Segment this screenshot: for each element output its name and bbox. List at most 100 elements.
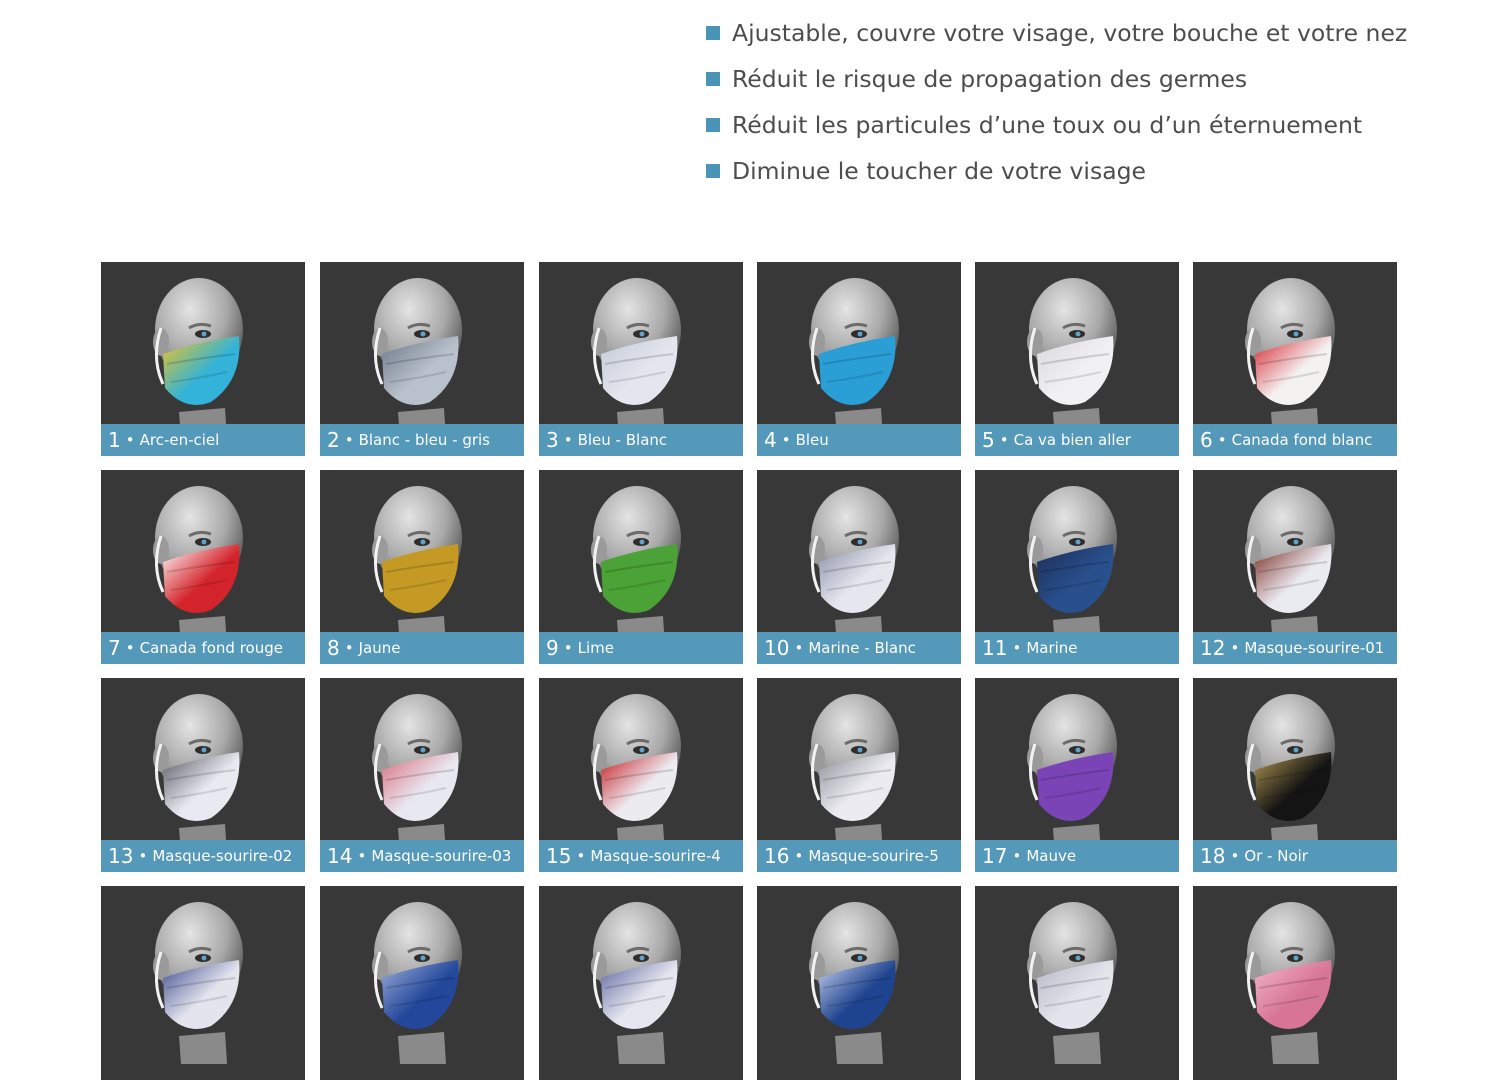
mask-caption: 6 • Canada fond blanc — [1193, 424, 1397, 456]
mask-caption: 5 • Ca va bien aller — [975, 424, 1179, 456]
mannequin-mask-icon — [153, 902, 243, 1064]
mask-card[interactable] — [757, 886, 961, 1080]
mask-caption: 16 • Masque-sourire-5 — [757, 840, 961, 872]
feature-text: Réduit le risque de propagation des germ… — [732, 65, 1248, 93]
mask-name: Canada fond rouge — [139, 639, 283, 657]
mask-name: Masque-sourire-03 — [371, 847, 512, 865]
mask-caption: 13 • Masque-sourire-02 — [101, 840, 305, 872]
separator-dot: • — [344, 431, 354, 449]
mask-name: Lime — [577, 639, 614, 657]
mask-number: 14 — [327, 844, 353, 868]
mask-name: Arc-en-ciel — [139, 431, 220, 449]
mask-name: Bleu — [795, 431, 829, 449]
mask-name: Or - Noir — [1244, 847, 1308, 865]
mannequin-mask-icon — [372, 902, 462, 1064]
mask-number: 17 — [982, 844, 1008, 868]
mask-caption: 9 • Lime — [539, 632, 743, 664]
separator-dot: • — [794, 639, 804, 657]
separator-dot: • — [125, 639, 135, 657]
mask-caption: 3 • Bleu - Blanc — [539, 424, 743, 456]
mask-name: Bleu - Blanc — [577, 431, 668, 449]
mask-card[interactable]: 2 • Blanc - bleu - gris — [320, 262, 524, 456]
square-bullet-icon — [706, 118, 720, 132]
mask-card[interactable]: 11 • Marine — [975, 470, 1179, 664]
mask-name: Masque-sourire-5 — [808, 847, 939, 865]
mask-card[interactable]: 10 • Marine - Blanc — [757, 470, 961, 664]
mask-name: Mauve — [1026, 847, 1077, 865]
mask-name: Blanc - bleu - gris — [358, 431, 490, 449]
separator-dot: • — [357, 847, 367, 865]
mask-card[interactable]: 1 • Arc-en-ciel — [101, 262, 305, 456]
mask-caption: 18 • Or - Noir — [1193, 840, 1397, 872]
mannequin-mask-icon — [1027, 902, 1117, 1064]
feature-item: Ajustable, couvre votre visage, votre bo… — [706, 10, 1407, 56]
mask-caption: 7 • Canada fond rouge — [101, 632, 305, 664]
mask-card[interactable]: 18 • Or - Noir — [1193, 678, 1397, 872]
feature-item: Réduit le risque de propagation des germ… — [706, 56, 1407, 102]
mask-number: 18 — [1200, 844, 1226, 868]
mask-card[interactable]: 9 • Lime — [539, 470, 743, 664]
separator-dot: • — [781, 431, 791, 449]
mask-card[interactable]: 3 • Bleu - Blanc — [539, 262, 743, 456]
mask-caption: 11 • Marine — [975, 632, 1179, 664]
mask-number: 7 — [108, 636, 121, 660]
separator-dot: • — [1217, 431, 1227, 449]
mask-number: 3 — [546, 428, 559, 452]
mask-card[interactable]: 8 • Jaune — [320, 470, 524, 664]
mask-card[interactable] — [539, 886, 743, 1080]
mask-card[interactable] — [975, 886, 1179, 1080]
mask-name: Marine — [1026, 639, 1078, 657]
mask-caption: 2 • Blanc - bleu - gris — [320, 424, 524, 456]
mannequin-mask-icon — [809, 902, 899, 1064]
feature-text: Diminue le toucher de votre visage — [732, 157, 1146, 185]
separator-dot: • — [576, 847, 586, 865]
square-bullet-icon — [706, 72, 720, 86]
separator-dot: • — [999, 431, 1009, 449]
mask-card[interactable]: 14 • Masque-sourire-03 — [320, 678, 524, 872]
feature-text: Ajustable, couvre votre visage, votre bo… — [732, 19, 1408, 47]
mask-card[interactable]: 16 • Masque-sourire-5 — [757, 678, 961, 872]
mask-number: 10 — [764, 636, 790, 660]
mask-name: Jaune — [358, 639, 401, 657]
mask-number: 15 — [546, 844, 572, 868]
feature-text: Réduit les particules d’une toux ou d’un… — [732, 111, 1363, 139]
mask-name: Marine - Blanc — [808, 639, 916, 657]
mask-caption: 14 • Masque-sourire-03 — [320, 840, 524, 872]
mask-caption: 12 • Masque-sourire-01 — [1193, 632, 1397, 664]
mask-card[interactable]: 12 • Masque-sourire-01 — [1193, 470, 1397, 664]
mask-number: 4 — [764, 428, 777, 452]
mask-card[interactable]: 7 • Canada fond rouge — [101, 470, 305, 664]
separator-dot: • — [1230, 847, 1240, 865]
separator-dot: • — [125, 431, 135, 449]
mask-card[interactable]: 6 • Canada fond blanc — [1193, 262, 1397, 456]
mask-caption: 1 • Arc-en-ciel — [101, 424, 305, 456]
square-bullet-icon — [706, 164, 720, 178]
mask-card[interactable]: 17 • Mauve — [975, 678, 1179, 872]
mask-number: 8 — [327, 636, 340, 660]
mask-card[interactable]: 4 • Bleu — [757, 262, 961, 456]
feature-item: Diminue le toucher de votre visage — [706, 148, 1407, 194]
mask-number: 11 — [982, 636, 1008, 660]
mask-caption: 10 • Marine - Blanc — [757, 632, 961, 664]
mask-card[interactable]: 5 • Ca va bien aller — [975, 262, 1179, 456]
mask-number: 1 — [108, 428, 121, 452]
mask-number: 16 — [764, 844, 790, 868]
separator-dot: • — [794, 847, 804, 865]
separator-dot: • — [563, 639, 573, 657]
mask-card[interactable]: 15 • Masque-sourire-4 — [539, 678, 743, 872]
mask-card[interactable] — [101, 886, 305, 1080]
mask-name: Masque-sourire-01 — [1244, 639, 1385, 657]
mask-caption: 15 • Masque-sourire-4 — [539, 840, 743, 872]
feature-item: Réduit les particules d’une toux ou d’un… — [706, 102, 1407, 148]
mask-caption: 4 • Bleu — [757, 424, 961, 456]
mask-number: 12 — [1200, 636, 1226, 660]
mask-number: 2 — [327, 428, 340, 452]
mask-card[interactable]: 13 • Masque-sourire-02 — [101, 678, 305, 872]
mask-name: Masque-sourire-4 — [590, 847, 721, 865]
mask-caption: 8 • Jaune — [320, 632, 524, 664]
mask-card[interactable] — [320, 886, 524, 1080]
separator-dot: • — [1012, 639, 1022, 657]
mask-caption: 17 • Mauve — [975, 840, 1179, 872]
mask-card[interactable] — [1193, 886, 1397, 1080]
mask-name: Canada fond blanc — [1231, 431, 1373, 449]
